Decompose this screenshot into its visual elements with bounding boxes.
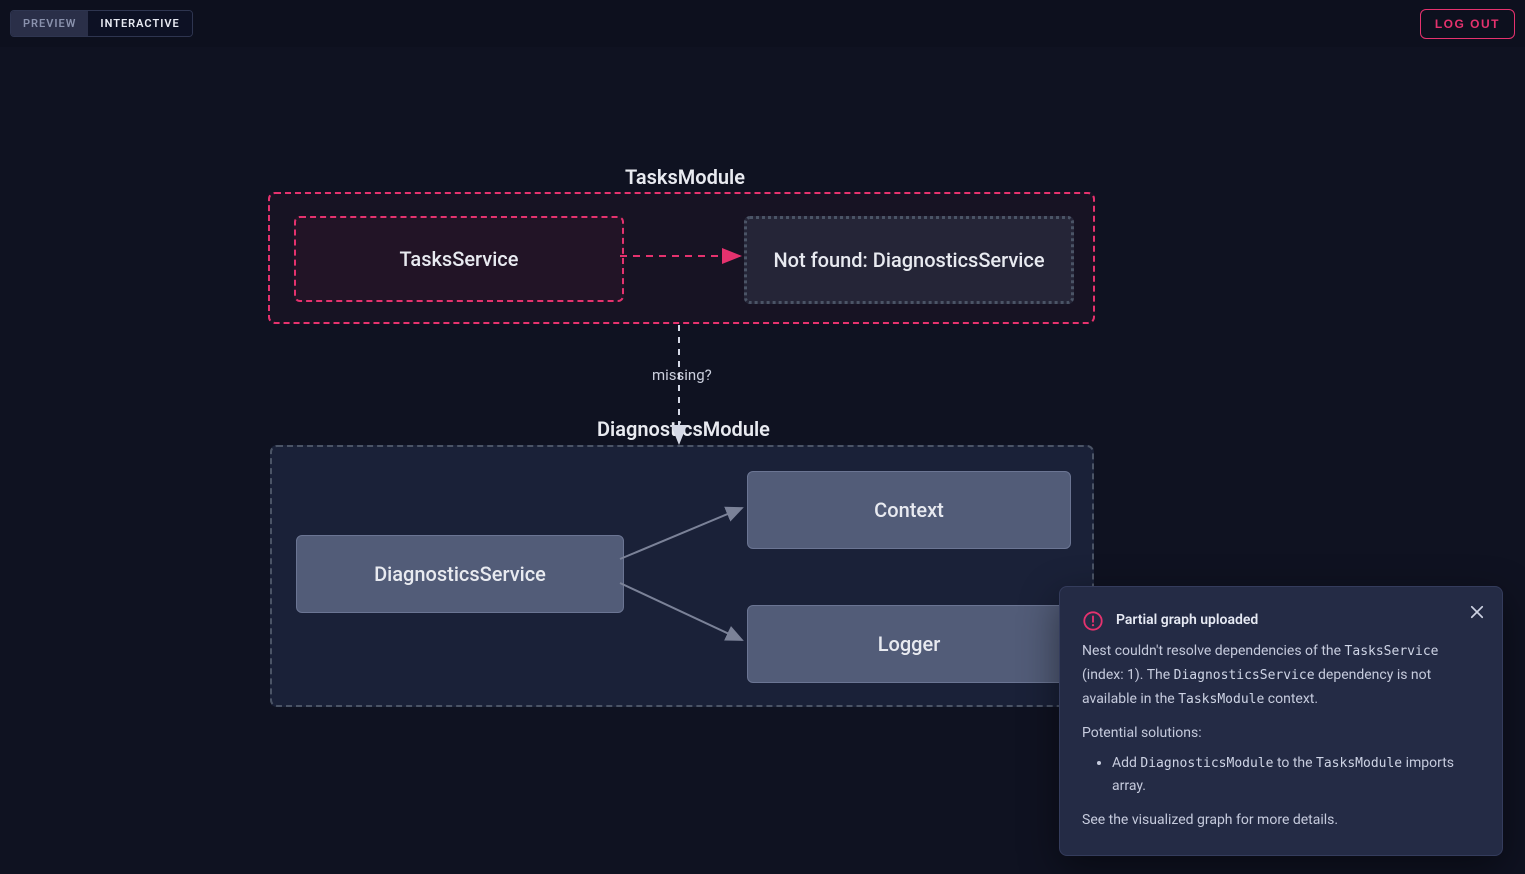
module-label-diagnostics: DiagnosticsModule (597, 417, 770, 441)
toast-title: Partial graph uploaded (1116, 609, 1258, 633)
toast-bullet-mid: to the (1273, 755, 1316, 771)
toast-solution-item: Add DiagnosticsModule to the TasksModule… (1112, 752, 1480, 800)
graph-canvas[interactable]: TasksModule TasksService Not found: Diag… (0, 47, 1525, 874)
toast-bullet-code2: TasksModule (1316, 756, 1402, 771)
tab-preview[interactable]: PREVIEW (11, 11, 88, 36)
toast-bullet-pre: Add (1112, 755, 1140, 771)
top-bar: PREVIEW INTERACTIVE LOG OUT (0, 0, 1525, 48)
toast-code-tasksmodule: TasksModule (1178, 692, 1264, 707)
module-label-tasks: TasksModule (625, 165, 745, 189)
view-tabs: PREVIEW INTERACTIVE (10, 10, 193, 37)
toast-potential: Potential solutions: (1082, 722, 1480, 746)
toast-solution-list: Add DiagnosticsModule to the TasksModule… (1082, 752, 1480, 800)
close-icon[interactable] (1468, 603, 1486, 621)
tab-interactive[interactable]: INTERACTIVE (88, 11, 191, 36)
toast-footer: See the visualized graph for more detail… (1082, 809, 1480, 833)
edge-label-missing: missing? (652, 366, 712, 384)
alert-icon (1082, 610, 1104, 632)
toast-code-diagservice: DiagnosticsService (1174, 668, 1315, 683)
node-not-found-diagnostics[interactable]: Not found: DiagnosticsService (744, 216, 1074, 304)
toast-message: Nest couldn't resolve dependencies of th… (1082, 640, 1480, 711)
node-diagnostics-service[interactable]: DiagnosticsService (296, 535, 624, 613)
toast-bullet-code1: DiagnosticsModule (1140, 756, 1273, 771)
toast-code-tasksservice: TasksService (1345, 644, 1439, 659)
module-diagnostics: DiagnosticsService Context Logger (270, 445, 1094, 707)
node-logger[interactable]: Logger (747, 605, 1071, 683)
module-tasks: TasksService Not found: DiagnosticsServi… (268, 192, 1095, 324)
error-toast: Partial graph uploaded Nest couldn't res… (1059, 586, 1503, 856)
logout-button[interactable]: LOG OUT (1420, 9, 1515, 39)
toast-msg-post: context. (1264, 691, 1318, 707)
toast-msg-mid1: (index: 1). The (1082, 667, 1174, 683)
toast-msg-pre: Nest couldn't resolve dependencies of th… (1082, 643, 1345, 659)
node-tasks-service[interactable]: TasksService (294, 216, 624, 302)
node-context[interactable]: Context (747, 471, 1071, 549)
